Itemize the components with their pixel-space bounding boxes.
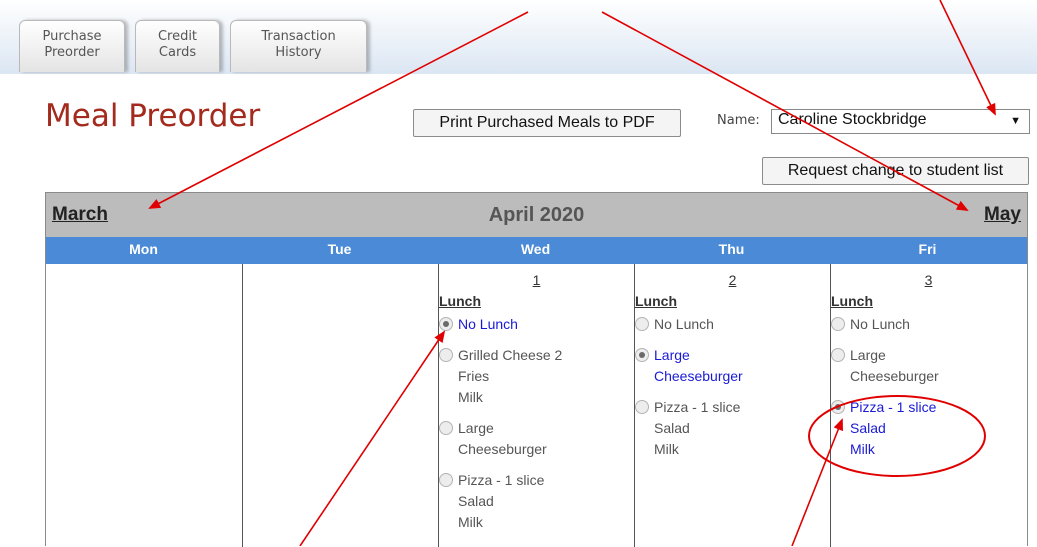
current-month-title: April 2020 — [488, 204, 585, 226]
meal-option-text: Grilled Cheese 2 — [458, 347, 563, 363]
tab-label-line2: History — [275, 45, 322, 60]
meal-option-text: Cheeseburger — [458, 441, 547, 457]
tab-label-line2: Cards — [158, 45, 197, 60]
meal-option[interactable]: No Lunch — [635, 314, 714, 335]
day-cell-mon — [46, 264, 243, 547]
day-number[interactable]: 1 — [439, 272, 634, 288]
dropdown-arrow-icon: ▼ — [1010, 115, 1021, 127]
meal-option-text: Milk — [458, 389, 483, 405]
meal-option-text: Salad — [458, 493, 494, 509]
weekday-wed: Wed — [520, 241, 551, 257]
tab-label-line1: Credit — [157, 29, 198, 44]
next-month-link[interactable]: May — [984, 204, 1021, 226]
print-pdf-button[interactable]: Print Purchased Meals to PDF — [413, 109, 681, 137]
meal-option-text: Pizza - 1 slice — [458, 472, 545, 488]
name-label: Name: — [717, 113, 760, 128]
meal-period-label: Lunch — [831, 293, 873, 309]
month-nav-bar: April 2020 March May — [46, 193, 1027, 237]
meal-period-label: Lunch — [635, 293, 677, 309]
meal-period-label: Lunch — [439, 293, 481, 309]
meal-option-text: Large — [458, 420, 494, 436]
meal-option[interactable]: No Lunch — [831, 314, 910, 335]
tab-label-line2: Preorder — [44, 45, 100, 60]
meal-option[interactable]: Pizza - 1 slice Salad Milk — [635, 397, 740, 460]
radio-unchecked-icon[interactable] — [439, 421, 453, 435]
meal-option-text: Fries — [458, 368, 490, 384]
meal-option[interactable]: Large Cheeseburger — [635, 345, 743, 387]
meal-option[interactable]: No Lunch — [439, 314, 518, 335]
day-number[interactable]: 2 — [635, 272, 830, 288]
meal-option-text: Milk — [654, 441, 679, 457]
prev-month-link[interactable]: March — [52, 204, 108, 226]
request-change-button[interactable]: Request change to student list — [762, 157, 1029, 185]
weekday-mon: Mon — [129, 241, 158, 257]
radio-unchecked-icon[interactable] — [439, 473, 453, 487]
radio-unchecked-icon[interactable] — [439, 348, 453, 362]
page-title: Meal Preorder — [45, 98, 261, 134]
meal-option[interactable]: Grilled Cheese 2 Fries Milk — [439, 345, 562, 408]
day-cell-thu: 2 Lunch No Lunch Large Cheeseburger Pizza - 1… — [635, 264, 831, 547]
student-name-select[interactable]: Caroline Stockbridge ▼ — [771, 109, 1030, 134]
radio-checked-icon[interactable] — [635, 348, 649, 362]
meal-option-text: Pizza - 1 slice — [654, 399, 741, 415]
tab-purchase-preorder[interactable]: Purchase Preorder — [19, 20, 125, 72]
day-cell-tue — [243, 264, 439, 547]
radio-unchecked-icon[interactable] — [635, 400, 649, 414]
calendar: April 2020 March May Mon Tue Wed Thu Fri… — [45, 192, 1028, 547]
day-cell-fri: 3 Lunch No Lunch Large Cheeseburger Pizza - 1… — [831, 264, 1027, 547]
radio-checked-icon[interactable] — [439, 317, 453, 331]
meal-option-text: Milk — [458, 514, 483, 530]
tab-transaction-history[interactable]: Transaction History — [230, 20, 367, 72]
weekday-thu: Thu — [718, 241, 745, 257]
meal-option-text: Salad — [654, 420, 690, 436]
radio-unchecked-icon[interactable] — [831, 317, 845, 331]
tab-credit-cards[interactable]: Credit Cards — [135, 20, 220, 72]
radio-unchecked-icon[interactable] — [831, 348, 845, 362]
meal-option[interactable]: Pizza - 1 slice Salad Milk — [831, 397, 936, 460]
meal-option-text: Large — [654, 347, 690, 363]
day-number[interactable]: 3 — [831, 272, 1026, 288]
radio-unchecked-icon[interactable] — [635, 317, 649, 331]
meal-option-text: Large — [850, 347, 886, 363]
meal-option-text: Milk — [850, 441, 875, 457]
tab-label-line1: Transaction — [261, 29, 336, 44]
meal-option[interactable]: Large Cheeseburger — [831, 345, 939, 387]
weekday-tue: Tue — [327, 241, 352, 257]
meal-option-text: Salad — [850, 420, 886, 436]
meal-option-text: Cheeseburger — [654, 368, 743, 384]
meal-option-text: Pizza - 1 slice — [850, 399, 937, 415]
meal-option-text: Cheeseburger — [850, 368, 939, 384]
weekday-header: Mon Tue Wed Thu Fri — [46, 237, 1027, 264]
tab-label-line1: Purchase — [42, 29, 102, 44]
student-name-value: Caroline Stockbridge — [778, 111, 927, 128]
day-cell-wed: 1 Lunch No Lunch Grilled Cheese 2 Fries Milk L… — [439, 264, 635, 547]
meal-option[interactable]: Large Cheeseburger — [439, 418, 547, 460]
weekday-fri: Fri — [918, 241, 937, 257]
meal-option[interactable]: Pizza - 1 slice Salad Milk — [439, 470, 544, 533]
radio-checked-icon[interactable] — [831, 400, 845, 414]
